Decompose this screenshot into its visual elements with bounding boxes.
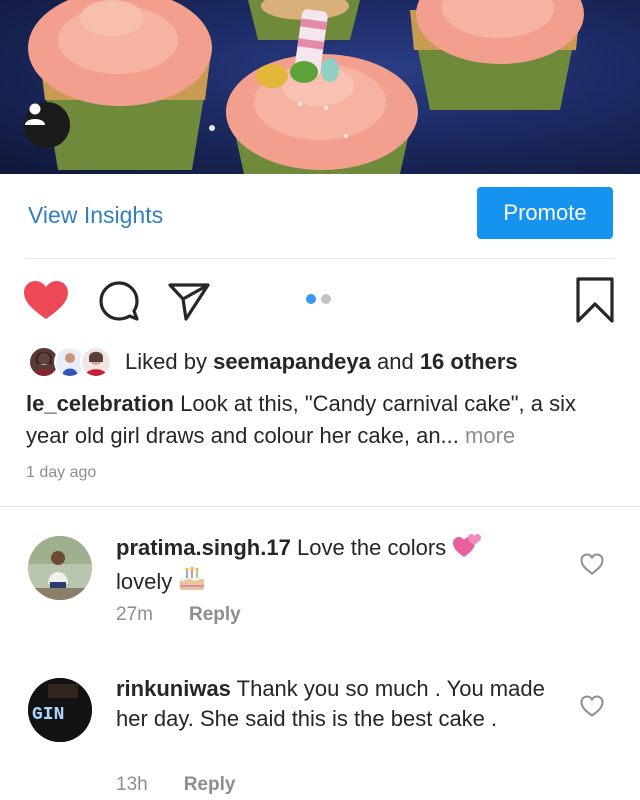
- likes-others[interactable]: 16 others: [420, 349, 518, 374]
- view-insights-link[interactable]: View Insights: [28, 202, 163, 229]
- comment-time: 27m: [116, 604, 153, 625]
- comment-text: pratima.singh.17 Love the colors lovely: [116, 532, 554, 600]
- post-caption: le_celebration Look at this, "Candy carn…: [26, 388, 620, 452]
- comment-text-part: lovely: [116, 568, 173, 594]
- insights-row: View Insights Promote: [0, 174, 640, 258]
- post-photo[interactable]: [0, 0, 640, 174]
- reply-button[interactable]: Reply: [184, 774, 236, 796]
- birthday-cake-emoji: [178, 566, 206, 600]
- heart-outline-icon[interactable]: [578, 550, 606, 578]
- likes-summary[interactable]: Liked by seemapandeya and 16 others: [28, 344, 518, 380]
- comment-text-part: Love the colors: [296, 534, 447, 560]
- carousel-dot-active: [306, 294, 316, 304]
- comment-icon[interactable]: [96, 278, 142, 324]
- reply-button[interactable]: Reply: [189, 604, 241, 626]
- likes-joiner: and: [376, 349, 414, 374]
- avatar-text: GIN: [32, 705, 64, 725]
- comment-username[interactable]: pratima.singh.17: [116, 535, 291, 560]
- avatar: [80, 346, 112, 378]
- cupcakes-image: [28, 0, 584, 174]
- person-icon[interactable]: [24, 102, 70, 148]
- comment-username[interactable]: rinkuniwas: [116, 676, 231, 701]
- promote-button[interactable]: Promote: [477, 187, 613, 239]
- liker-avatars: [28, 346, 112, 378]
- comment-meta: 27m Reply: [116, 604, 241, 626]
- likes-prefix: Liked by: [125, 349, 207, 374]
- avatar[interactable]: GIN: [28, 678, 92, 742]
- caption-username[interactable]: le_celebration: [26, 391, 174, 416]
- carousel-dot: [321, 294, 331, 304]
- heart-outline-icon[interactable]: [578, 692, 606, 720]
- caption-more-link[interactable]: more: [465, 423, 515, 448]
- comment-meta: 13h Reply: [116, 774, 235, 796]
- heart-filled-icon[interactable]: [22, 278, 70, 322]
- post-actions: [0, 270, 640, 332]
- avatar[interactable]: [28, 536, 92, 600]
- divider: [26, 258, 614, 259]
- comment-text: rinkuniwas Thank you so much . You made …: [116, 674, 554, 734]
- liker-username[interactable]: seemapandeya: [213, 349, 371, 374]
- post-timestamp: 1 day ago: [26, 464, 97, 481]
- bookmark-icon[interactable]: [572, 275, 618, 325]
- two-hearts-emoji: [452, 532, 482, 566]
- paper-plane-icon[interactable]: [166, 278, 212, 324]
- carousel-indicator: [306, 294, 331, 304]
- divider: [0, 506, 640, 507]
- likes-text: Liked by seemapandeya and 16 others: [125, 349, 518, 375]
- comment-time: 13h: [116, 774, 148, 795]
